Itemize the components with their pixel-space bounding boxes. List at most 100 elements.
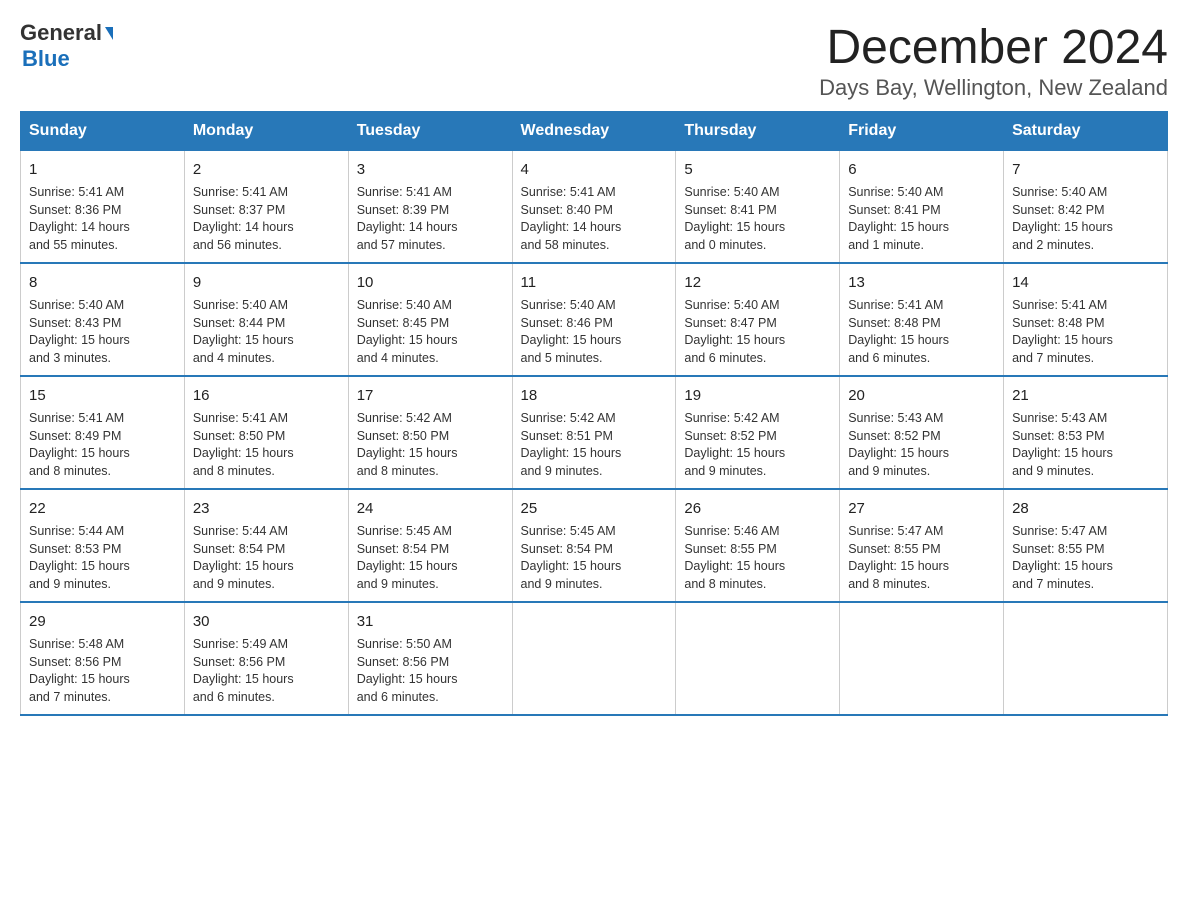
day-info: Sunrise: 5:40 AM Sunset: 8:44 PM Dayligh… [193, 297, 340, 367]
day-info: Sunrise: 5:48 AM Sunset: 8:56 PM Dayligh… [29, 636, 176, 706]
calendar-week-row: 8 Sunrise: 5:40 AM Sunset: 8:43 PM Daylig… [21, 263, 1168, 376]
logo-general-text: General [20, 20, 102, 46]
day-info: Sunrise: 5:41 AM Sunset: 8:37 PM Dayligh… [193, 184, 340, 254]
calendar-week-row: 22 Sunrise: 5:44 AM Sunset: 8:53 PM Dayli… [21, 489, 1168, 602]
day-number: 23 [193, 498, 340, 519]
calendar-cell [840, 602, 1004, 715]
calendar-cell: 19 Sunrise: 5:42 AM Sunset: 8:52 PM Dayli… [676, 376, 840, 489]
day-info: Sunrise: 5:45 AM Sunset: 8:54 PM Dayligh… [521, 523, 668, 593]
header-day-monday: Monday [184, 112, 348, 151]
day-number: 17 [357, 385, 504, 406]
calendar-cell: 7 Sunrise: 5:40 AM Sunset: 8:42 PM Daylig… [1004, 151, 1168, 264]
day-number: 22 [29, 498, 176, 519]
header-day-saturday: Saturday [1004, 112, 1168, 151]
day-number: 24 [357, 498, 504, 519]
day-info: Sunrise: 5:46 AM Sunset: 8:55 PM Dayligh… [684, 523, 831, 593]
calendar-cell: 18Sunrise: 5:42 AM Sunset: 8:51 PM Dayli… [512, 376, 676, 489]
calendar-cell: 5Sunrise: 5:40 AM Sunset: 8:41 PM Daylig… [676, 151, 840, 264]
day-info: Sunrise: 5:44 AM Sunset: 8:53 PM Dayligh… [29, 523, 176, 593]
calendar-cell: 11Sunrise: 5:40 AM Sunset: 8:46 PM Dayli… [512, 263, 676, 376]
calendar-cell: 8 Sunrise: 5:40 AM Sunset: 8:43 PM Daylig… [21, 263, 185, 376]
day-info: Sunrise: 5:41 AM Sunset: 8:48 PM Dayligh… [1012, 297, 1159, 367]
day-number: 13 [848, 272, 995, 293]
calendar-header-row: SundayMondayTuesdayWednesdayThursdayFrid… [21, 112, 1168, 151]
day-info: Sunrise: 5:45 AM Sunset: 8:54 PM Dayligh… [357, 523, 504, 593]
calendar-week-row: 1 Sunrise: 5:41 AM Sunset: 8:36 PM Daylig… [21, 151, 1168, 264]
day-number: 31 [357, 611, 504, 632]
day-info: Sunrise: 5:40 AM Sunset: 8:41 PM Dayligh… [684, 184, 831, 254]
day-info: Sunrise: 5:47 AM Sunset: 8:55 PM Dayligh… [1012, 523, 1159, 593]
calendar-cell: 22 Sunrise: 5:44 AM Sunset: 8:53 PM Dayli… [21, 489, 185, 602]
calendar-week-row: 15Sunrise: 5:41 AM Sunset: 8:49 PM Dayli… [21, 376, 1168, 489]
calendar-cell: 9 Sunrise: 5:40 AM Sunset: 8:44 PM Daylig… [184, 263, 348, 376]
calendar-cell: 20 Sunrise: 5:43 AM Sunset: 8:52 PM Dayli… [840, 376, 1004, 489]
header-day-thursday: Thursday [676, 112, 840, 151]
day-number: 20 [848, 385, 995, 406]
day-info: Sunrise: 5:40 AM Sunset: 8:47 PM Dayligh… [684, 297, 831, 367]
calendar-cell: 30Sunrise: 5:49 AM Sunset: 8:56 PM Dayli… [184, 602, 348, 715]
day-info: Sunrise: 5:41 AM Sunset: 8:50 PM Dayligh… [193, 410, 340, 480]
calendar-cell: 27 Sunrise: 5:47 AM Sunset: 8:55 PM Dayli… [840, 489, 1004, 602]
calendar-cell [512, 602, 676, 715]
day-number: 1 [29, 159, 176, 180]
calendar-cell: 23 Sunrise: 5:44 AM Sunset: 8:54 PM Dayli… [184, 489, 348, 602]
day-info: Sunrise: 5:43 AM Sunset: 8:52 PM Dayligh… [848, 410, 995, 480]
calendar-cell [1004, 602, 1168, 715]
day-number: 14 [1012, 272, 1159, 293]
day-number: 27 [848, 498, 995, 519]
day-number: 6 [848, 159, 995, 180]
day-number: 11 [521, 272, 668, 293]
calendar-cell: 17 Sunrise: 5:42 AM Sunset: 8:50 PM Dayli… [348, 376, 512, 489]
calendar-cell [676, 602, 840, 715]
day-info: Sunrise: 5:41 AM Sunset: 8:36 PM Dayligh… [29, 184, 176, 254]
header-day-friday: Friday [840, 112, 1004, 151]
day-number: 9 [193, 272, 340, 293]
day-info: Sunrise: 5:40 AM Sunset: 8:43 PM Dayligh… [29, 297, 176, 367]
day-number: 21 [1012, 385, 1159, 406]
calendar-cell: 4 Sunrise: 5:41 AM Sunset: 8:40 PM Daylig… [512, 151, 676, 264]
day-info: Sunrise: 5:47 AM Sunset: 8:55 PM Dayligh… [848, 523, 995, 593]
day-info: Sunrise: 5:40 AM Sunset: 8:42 PM Dayligh… [1012, 184, 1159, 254]
calendar-cell: 28Sunrise: 5:47 AM Sunset: 8:55 PM Dayli… [1004, 489, 1168, 602]
day-info: Sunrise: 5:42 AM Sunset: 8:52 PM Dayligh… [684, 410, 831, 480]
day-info: Sunrise: 5:40 AM Sunset: 8:41 PM Dayligh… [848, 184, 995, 254]
header-day-sunday: Sunday [21, 112, 185, 151]
calendar-cell: 25Sunrise: 5:45 AM Sunset: 8:54 PM Dayli… [512, 489, 676, 602]
calendar-cell: 6 Sunrise: 5:40 AM Sunset: 8:41 PM Daylig… [840, 151, 1004, 264]
calendar-cell: 3Sunrise: 5:41 AM Sunset: 8:39 PM Daylig… [348, 151, 512, 264]
location-title: Days Bay, Wellington, New Zealand [819, 75, 1168, 101]
month-title: December 2024 [819, 20, 1168, 75]
day-number: 4 [521, 159, 668, 180]
calendar-cell: 21Sunrise: 5:43 AM Sunset: 8:53 PM Dayli… [1004, 376, 1168, 489]
calendar-cell: 13Sunrise: 5:41 AM Sunset: 8:48 PM Dayli… [840, 263, 1004, 376]
header-day-tuesday: Tuesday [348, 112, 512, 151]
calendar-cell: 1 Sunrise: 5:41 AM Sunset: 8:36 PM Daylig… [21, 151, 185, 264]
title-block: December 2024 Days Bay, Wellington, New … [819, 20, 1168, 101]
calendar-cell: 12 Sunrise: 5:40 AM Sunset: 8:47 PM Dayli… [676, 263, 840, 376]
day-info: Sunrise: 5:42 AM Sunset: 8:50 PM Dayligh… [357, 410, 504, 480]
day-number: 19 [684, 385, 831, 406]
day-info: Sunrise: 5:41 AM Sunset: 8:40 PM Dayligh… [521, 184, 668, 254]
day-info: Sunrise: 5:42 AM Sunset: 8:51 PM Dayligh… [521, 410, 668, 480]
calendar-cell: 26 Sunrise: 5:46 AM Sunset: 8:55 PM Dayli… [676, 489, 840, 602]
day-number: 12 [684, 272, 831, 293]
day-number: 2 [193, 159, 340, 180]
day-number: 3 [357, 159, 504, 180]
day-info: Sunrise: 5:50 AM Sunset: 8:56 PM Dayligh… [357, 636, 504, 706]
calendar-cell: 14 Sunrise: 5:41 AM Sunset: 8:48 PM Dayli… [1004, 263, 1168, 376]
logo: General Blue [20, 20, 113, 72]
calendar-cell: 24 Sunrise: 5:45 AM Sunset: 8:54 PM Dayli… [348, 489, 512, 602]
day-number: 26 [684, 498, 831, 519]
day-info: Sunrise: 5:40 AM Sunset: 8:45 PM Dayligh… [357, 297, 504, 367]
day-number: 7 [1012, 159, 1159, 180]
calendar-table: SundayMondayTuesdayWednesdayThursdayFrid… [20, 111, 1168, 716]
day-number: 10 [357, 272, 504, 293]
day-number: 30 [193, 611, 340, 632]
calendar-cell: 15Sunrise: 5:41 AM Sunset: 8:49 PM Dayli… [21, 376, 185, 489]
day-number: 8 [29, 272, 176, 293]
header-day-wednesday: Wednesday [512, 112, 676, 151]
day-number: 16 [193, 385, 340, 406]
day-info: Sunrise: 5:44 AM Sunset: 8:54 PM Dayligh… [193, 523, 340, 593]
logo-triangle-icon [105, 27, 113, 40]
logo-blue-text: Blue [22, 46, 70, 72]
